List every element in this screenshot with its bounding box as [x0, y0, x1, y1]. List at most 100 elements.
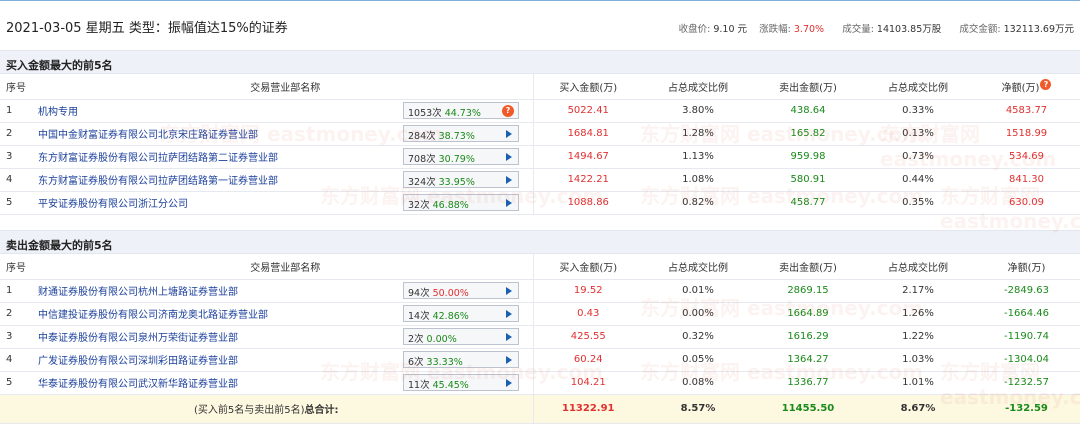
net-amount: 534.69: [973, 145, 1080, 169]
trade-stat-cell: 2次 0.00%: [403, 325, 533, 349]
trade-stat-button[interactable]: 14次 42.86%: [403, 305, 519, 322]
net-amount: -2849.63: [973, 279, 1080, 303]
trade-stat-button[interactable]: 324次 33.95%: [403, 171, 519, 188]
buy-ratio: 0.05%: [643, 348, 753, 372]
branch-name-link[interactable]: 中泰证券股份有限公司泉州万荣街证券营业部: [35, 325, 403, 349]
trade-stat-button[interactable]: 708次 30.79%: [403, 148, 519, 165]
sell-ratio: 0.73%: [863, 145, 973, 169]
trade-stat-button[interactable]: 6次 33.33%: [403, 351, 519, 368]
total-label: (买入前5名与卖出前5名)总合计:: [0, 394, 533, 424]
sell-amount: 1336.77: [753, 371, 863, 395]
sell-amount: 1616.29: [753, 325, 863, 349]
sell-amount: 580.91: [753, 168, 863, 192]
net-amount: 841.30: [973, 168, 1080, 192]
col-sell-ratio-header: 占总成交比例: [863, 74, 973, 100]
col-buy-ratio-header-label: 占总成交比例: [668, 82, 728, 94]
col-sell-amount-header-label: 卖出金额(万): [779, 82, 837, 94]
win-rate: 38.73%: [438, 131, 475, 142]
play-arrow-icon: [506, 199, 512, 207]
trade-count: 2次: [408, 334, 424, 345]
trade-count: 284次: [408, 131, 436, 142]
col-sell-ratio-header: 占总成交比例: [863, 254, 973, 280]
table-header-row: 序号 交易营业部名称 买入金额(万) 占总成交比例 卖出金额(万) 占总成交比例 净额(万)…: [0, 74, 1080, 100]
trade-stat-cell: 94次 50.00%: [403, 279, 533, 303]
row-index: 5: [0, 371, 35, 395]
branch-name-link[interactable]: 平安证券股份有限公司浙江分公司: [35, 191, 403, 215]
buy-ratio: 3.80%: [643, 99, 753, 123]
col-sell-amount-header-label: 卖出金额(万): [779, 262, 837, 274]
trade-stat-button[interactable]: 1053次 44.73%?: [403, 102, 519, 119]
col-index-header-label: 序号: [6, 82, 26, 94]
total-label-prefix: (买入前5名与卖出前5名): [193, 405, 305, 416]
total-net-amount: -132.59: [973, 394, 1080, 424]
row-index: 2: [0, 122, 35, 146]
buy-section-title: 买入金额最大的前5名: [0, 50, 1080, 74]
trade-count: 94次: [408, 288, 430, 299]
branch-name-link[interactable]: 东方财富证券股份有限公司拉萨团结路第二证券营业部: [35, 145, 403, 169]
net-amount: -1304.04: [973, 348, 1080, 372]
play-arrow-icon: [506, 130, 512, 138]
table-row: 2 中国中金财富证券有限公司北京宋庄路证券营业部 284次 38.73% 1684.81…: [0, 122, 1080, 146]
branch-name-link[interactable]: 东方财富证券股份有限公司拉萨团结路第一证券营业部: [35, 168, 403, 192]
col-branch-name-header: 交易营业部名称: [35, 254, 533, 280]
trade-count: 708次: [408, 154, 436, 165]
buy-amount: 1684.81: [532, 122, 643, 146]
sell-amount: 458.77: [753, 191, 863, 215]
win-rate: 42.86%: [432, 311, 469, 322]
col-buy-ratio-header-label: 占总成交比例: [668, 262, 728, 274]
trade-stat-button[interactable]: 284次 38.73%: [403, 125, 519, 142]
buy-ratio: 0.00%: [643, 302, 753, 326]
play-arrow-icon: [506, 153, 512, 161]
win-rate: 33.95%: [438, 177, 475, 188]
branch-name-link[interactable]: 中国中金财富证券有限公司北京宋庄路证券营业部: [35, 122, 403, 146]
change-label: 涨跌幅:: [759, 24, 791, 35]
total-buy-ratio: 8.57%: [643, 394, 753, 424]
trade-stat-button[interactable]: 32次 46.88%: [403, 194, 519, 211]
sell-table: 序号 交易营业部名称 买入金额(万) 占总成交比例 卖出金额(万) 占总成交比例 净额(万)…: [0, 254, 1080, 424]
buy-amount: 5022.41: [532, 99, 643, 123]
total-sell-amount: 11455.50: [753, 394, 863, 424]
amount-value: 132113.69万元: [1003, 24, 1074, 35]
play-arrow-icon: [506, 176, 512, 184]
branch-name-link[interactable]: 机构专用: [35, 99, 403, 123]
total-label-bold: 总合计:: [304, 405, 339, 416]
col-buy-amount-header-label: 买入金额(万): [559, 262, 618, 274]
buy-amount: 1088.86: [532, 191, 643, 215]
win-rate: 46.88%: [432, 200, 469, 211]
sell-ratio: 0.13%: [863, 122, 973, 146]
stock-stats: 收盘价: 9.10 元 涨跌幅: 3.70% 成交量: 14103.85万股 成…: [679, 21, 1074, 35]
trade-stat-button[interactable]: 94次 50.00%: [403, 282, 519, 299]
help-badge-icon[interactable]: ?: [502, 105, 514, 117]
row-index: 4: [0, 348, 35, 372]
change-value: 3.70%: [793, 24, 825, 35]
branch-name-link[interactable]: 财通证券股份有限公司杭州上塘路证券营业部: [35, 279, 403, 303]
row-index: 1: [0, 99, 35, 123]
col-buy-amount-header: 买入金额(万): [532, 74, 643, 100]
help-icon[interactable]: ?: [1040, 78, 1052, 90]
trade-stat-button[interactable]: 11次 45.45%: [403, 374, 519, 391]
buy-ratio: 1.13%: [643, 145, 753, 169]
branch-name-link[interactable]: 中信建投证券股份有限公司济南龙奥北路证券营业部: [35, 302, 403, 326]
play-arrow-icon: [506, 333, 512, 341]
table-row: 4 广发证券股份有限公司深圳彩田路证券营业部 6次 33.33% 60.24 0.05% 1…: [0, 348, 1080, 372]
table-row: 4 东方财富证券股份有限公司拉萨团结路第一证券营业部 324次 33.95% 1422.…: [0, 168, 1080, 192]
trade-stat-button[interactable]: 2次 0.00%: [403, 328, 519, 345]
sell-ratio: 0.33%: [863, 99, 973, 123]
col-index-header: 序号: [0, 74, 35, 100]
sell-amount: 2869.15: [753, 279, 863, 303]
sell-ratio: 1.22%: [863, 325, 973, 349]
trade-stat-cell: 32次 46.88%: [403, 191, 533, 215]
amount-label: 成交金额:: [959, 24, 1001, 35]
volume-label: 成交量:: [842, 24, 874, 35]
branch-name-link[interactable]: 广发证券股份有限公司深圳彩田路证券营业部: [35, 348, 403, 372]
table-row: 3 东方财富证券股份有限公司拉萨团结路第二证券营业部 708次 30.79% 1494.…: [0, 145, 1080, 169]
win-rate: 45.45%: [432, 380, 469, 391]
trade-count: 14次: [408, 311, 430, 322]
buy-amount: 1422.21: [532, 168, 643, 192]
win-rate: 33.33%: [426, 357, 463, 368]
table-row: 5 华泰证券股份有限公司武汉新华路证券营业部 11次 45.45% 104.21 0.08…: [0, 371, 1080, 395]
trade-count: 1053次: [408, 108, 442, 119]
page-title: 2021-03-05 星期五 类型：振幅值达15%的证券: [6, 21, 288, 36]
branch-name-link[interactable]: 华泰证券股份有限公司武汉新华路证券营业部: [35, 371, 403, 395]
buy-amount: 60.24: [532, 348, 643, 372]
